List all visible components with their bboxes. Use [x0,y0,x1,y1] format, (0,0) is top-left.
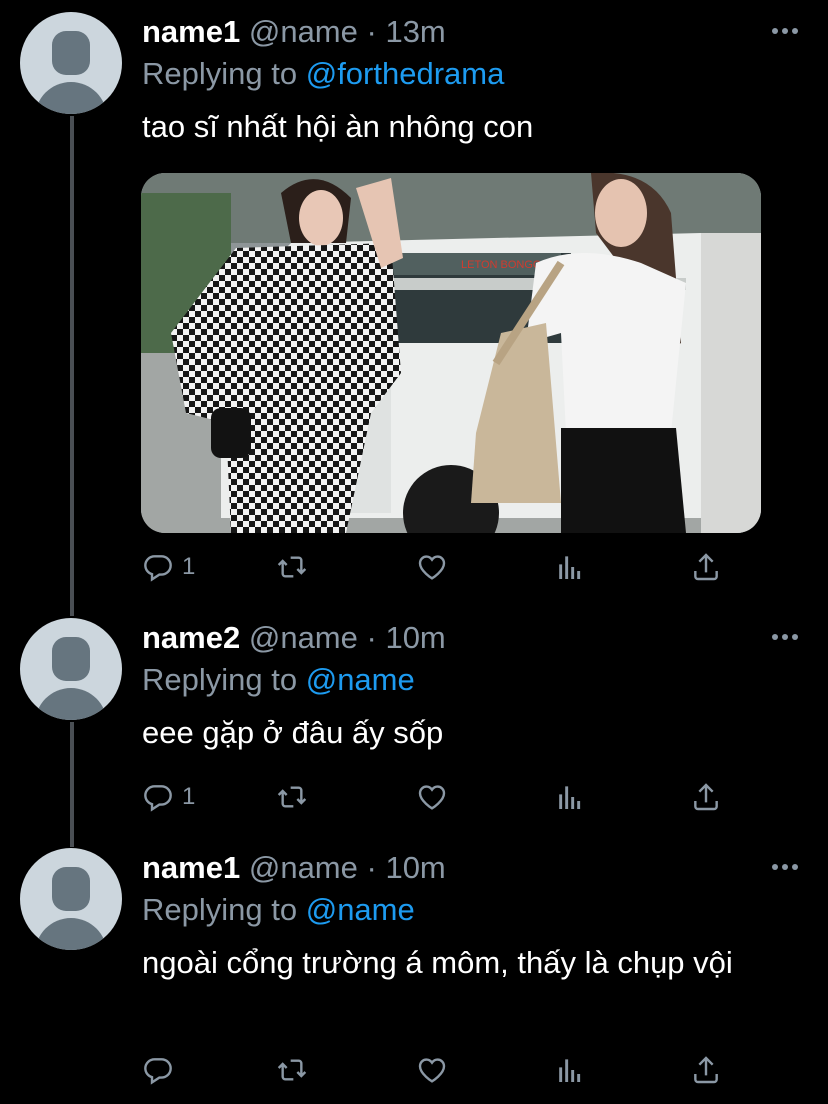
more-icon[interactable] [772,26,798,36]
display-name[interactable]: name1 [142,14,240,49]
tweet-actions [142,1050,742,1090]
tweet[interactable]: name1 @name · 10m Replying to @name ngoà… [0,836,828,1104]
like-button[interactable] [416,777,448,817]
replying-prefix: Replying to [142,662,298,697]
replying-to: Replying to @forthedrama [142,55,504,93]
reply-icon [144,1058,172,1085]
analytics-icon [559,786,581,809]
tweet-photo[interactable]: LETON BONGO [141,173,761,533]
reply-button[interactable]: 1 [142,547,195,587]
tweet-text: ngoài cổng trường á môm, thấy là chụp vộ… [142,945,733,980]
retweet-button[interactable] [276,1050,308,1090]
retweet-button[interactable] [276,777,308,817]
reply-count: 1 [182,783,196,810]
separator-dot: · [366,620,377,655]
tweet[interactable]: name1 @name · 13m Replying to @forthedra… [0,0,828,600]
reply-icon [144,555,172,582]
user-handle[interactable]: @name [249,850,358,885]
tweet-text: eee gặp ở đâu ấy sốp [142,715,444,750]
analytics-button[interactable] [554,777,586,817]
timestamp[interactable]: 13m [385,14,445,49]
retweet-icon [277,786,307,808]
reply-button[interactable]: 1 [142,777,195,817]
retweet-button[interactable] [276,547,308,587]
like-icon [418,555,446,580]
replying-to: Replying to @name [142,891,415,929]
mention-link[interactable]: @forthedrama [306,56,505,91]
analytics-button[interactable] [554,1050,586,1090]
more-icon[interactable] [772,632,798,642]
tweet-text: tao sĩ nhất hội àn nhông con [142,109,534,144]
tweet-actions: 1 [142,547,742,587]
reply-icon [144,785,172,812]
tweet[interactable]: name2 @name · 10m Replying to @name eee … [0,606,828,831]
share-button[interactable] [690,777,722,817]
like-icon [418,1058,446,1083]
timestamp[interactable]: 10m [385,850,445,885]
user-handle[interactable]: @name [249,14,358,49]
tweet-header: name2 @name · 10m [142,619,446,657]
tweet-header: name1 @name · 10m [142,849,446,887]
retweet-icon [277,556,307,578]
avatar[interactable] [20,618,122,720]
reply-count: 1 [182,553,196,580]
like-button[interactable] [416,1050,448,1090]
tweet-actions: 1 [142,777,742,817]
share-icon [694,1056,718,1084]
tweet-header: name1 @name · 13m [142,13,446,51]
replying-to: Replying to @name [142,661,415,699]
timestamp[interactable]: 10m [385,620,445,655]
separator-dot: · [366,14,377,49]
share-icon [694,783,718,811]
replying-prefix: Replying to [142,892,298,927]
avatar[interactable] [20,12,122,114]
analytics-icon [559,556,581,579]
share-icon [694,553,718,581]
user-handle[interactable]: @name [249,620,358,655]
retweet-icon [277,1059,307,1081]
display-name[interactable]: name2 [142,620,240,655]
analytics-button[interactable] [554,547,586,587]
like-icon [418,785,446,810]
share-button[interactable] [690,547,722,587]
separator-dot: · [366,850,377,885]
mention-link[interactable]: @name [306,892,415,927]
analytics-icon [559,1059,581,1082]
avatar[interactable] [20,848,122,950]
replying-prefix: Replying to [142,56,298,91]
display-name[interactable]: name1 [142,850,240,885]
more-icon[interactable] [772,862,798,872]
share-button[interactable] [690,1050,722,1090]
like-button[interactable] [416,547,448,587]
photo-sign-text: LETON BONGO [461,259,542,271]
reply-button[interactable] [142,1050,182,1090]
mention-link[interactable]: @name [306,662,415,697]
